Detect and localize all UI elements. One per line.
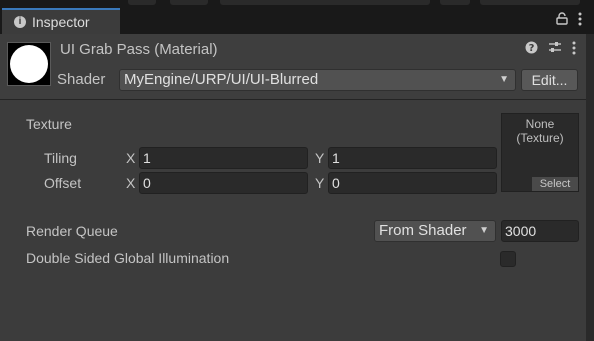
more-icon[interactable] xyxy=(578,12,582,29)
inspector-panel: UI Grab Pass (Material) ? Shader MyEngin… xyxy=(0,34,586,341)
texture-label: Texture xyxy=(26,116,72,132)
texture-slot-none: None (Texture) xyxy=(516,117,564,145)
shader-dropdown[interactable]: MyEngine/URP/UI/UI-Blurred ▼ xyxy=(119,69,516,91)
material-header: UI Grab Pass (Material) ? Shader MyEngin… xyxy=(0,34,586,100)
texture-slot[interactable]: None (Texture) Select xyxy=(501,113,579,192)
offset-x-label: X xyxy=(126,175,136,191)
tab-strip-slot xyxy=(440,0,470,5)
render-queue-field[interactable]: 3000 xyxy=(501,220,579,242)
render-queue-mode: From Shader xyxy=(379,222,467,239)
svg-text:?: ? xyxy=(529,43,535,54)
edit-shader-button[interactable]: Edit... xyxy=(521,69,578,91)
tiling-x-label: X xyxy=(126,150,136,166)
tab-strip-slot xyxy=(480,0,580,5)
render-queue-dropdown[interactable]: From Shader ▼ xyxy=(374,220,496,242)
render-queue-label: Render Queue xyxy=(26,223,118,239)
double-sided-gi-label: Double Sided Global Illumination xyxy=(26,250,230,266)
texture-slot-text: None (Texture) xyxy=(502,117,578,145)
material-preview xyxy=(7,42,51,86)
info-icon: i xyxy=(14,16,26,28)
offset-x-field[interactable]: 0 xyxy=(139,172,308,194)
preset-icon[interactable] xyxy=(548,41,562,58)
shader-value: MyEngine/URP/UI/UI-Blurred xyxy=(124,71,319,88)
tab-strip-slot xyxy=(128,0,156,5)
tab-actions xyxy=(556,12,582,29)
texture-select-button[interactable]: Select xyxy=(532,177,578,191)
offset-y-field[interactable]: 0 xyxy=(328,172,497,194)
tab-title: Inspector xyxy=(32,14,90,30)
scrollbar[interactable] xyxy=(586,34,594,341)
tiling-x-field[interactable]: 1 xyxy=(139,147,308,169)
material-title: UI Grab Pass (Material) xyxy=(60,41,218,58)
help-icon[interactable]: ? xyxy=(525,41,538,58)
tab-strip-slot xyxy=(220,0,430,5)
offset-label: Offset xyxy=(44,175,82,191)
tab-inspector[interactable]: i Inspector xyxy=(2,8,120,34)
preview-sphere xyxy=(10,45,48,83)
header-icons: ? xyxy=(525,41,576,58)
chevron-down-icon: ▼ xyxy=(499,74,509,85)
tiling-y-label: Y xyxy=(315,150,325,166)
more-icon[interactable] xyxy=(572,41,576,58)
offset-y-label: Y xyxy=(315,175,325,191)
lock-icon[interactable] xyxy=(556,12,568,29)
shader-label: Shader xyxy=(57,71,106,88)
chevron-down-icon: ▼ xyxy=(479,225,489,236)
tiling-label: Tiling xyxy=(44,150,77,166)
double-sided-gi-checkbox[interactable] xyxy=(500,251,516,267)
tab-strip: i Inspector xyxy=(0,0,594,34)
tiling-y-field[interactable]: 1 xyxy=(328,147,497,169)
inspector-window: i Inspector UI Grab Pass (Material) ? Sh… xyxy=(0,0,594,341)
tab-strip-slot xyxy=(170,0,208,5)
